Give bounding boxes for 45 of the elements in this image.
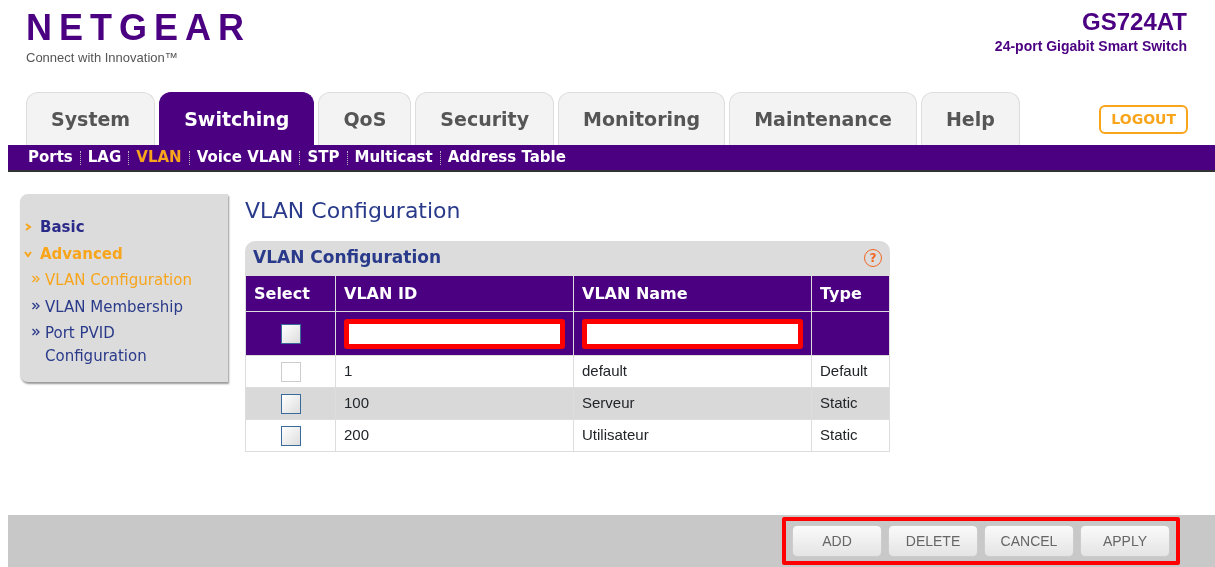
nav-tab[interactable]: Help (920, 92, 1020, 145)
brand-logo: NETGEAR (26, 8, 251, 48)
vlan-name-field[interactable] (582, 318, 803, 349)
table-cell: Static (811, 419, 890, 452)
nav-tab[interactable]: Maintenance (729, 92, 917, 145)
nav-tab[interactable]: Monitoring (558, 92, 726, 145)
table-cell: 1 (335, 355, 574, 388)
model-description: 24-port Gigabit Smart Switch (994, 37, 1187, 56)
sidebar-subitem[interactable]: VLAN Membership (45, 295, 183, 318)
checkbox[interactable] (280, 426, 301, 447)
subnav-link[interactable]: LAG (87, 146, 122, 169)
nav-tab[interactable]: QoS (318, 92, 412, 145)
column-header: Select (245, 275, 336, 312)
nav-tab[interactable]: Security (415, 92, 555, 145)
page-title: VLAN Configuration (245, 197, 462, 225)
column-header: VLAN ID (335, 275, 574, 312)
table-cell: default (573, 355, 812, 388)
table-cell: 200 (335, 419, 574, 452)
vlan-id-field[interactable] (344, 318, 565, 349)
chevron-icon (32, 328, 40, 336)
column-header: VLAN Name (573, 275, 812, 312)
sidebar-item[interactable]: Basic (40, 216, 85, 239)
subnav-link[interactable]: STP (307, 146, 340, 169)
sidebar-subitem[interactable]: Port PVID Configuration (45, 322, 195, 367)
model-name: GS724AT (1081, 8, 1187, 36)
checkbox[interactable] (280, 324, 301, 345)
nav-tab[interactable]: System (26, 92, 156, 145)
subnav-link[interactable]: Address Table (447, 146, 566, 169)
nav-tab[interactable]: Switching (159, 92, 315, 145)
chevron-icon (32, 301, 40, 310)
action-button[interactable]: APPLY (1080, 525, 1170, 557)
subnav-link[interactable]: Ports (28, 146, 73, 169)
action-button[interactable]: ADD (792, 525, 882, 557)
action-button[interactable]: DELETE (888, 525, 978, 557)
column-header: Type (811, 275, 890, 312)
table-cell: Utilisateur (573, 419, 812, 452)
subnav-link[interactable]: Multicast (354, 146, 433, 169)
action-button[interactable]: CANCEL (984, 525, 1074, 557)
subnav-link[interactable]: VLAN (136, 146, 182, 169)
panel-title: VLAN Configuration (253, 246, 441, 270)
table-cell: Default (811, 355, 890, 388)
chevron-icon (32, 275, 40, 283)
subnav-link[interactable]: Voice VLAN (196, 146, 293, 169)
tagline: Connect with Innovation™ (26, 49, 179, 67)
checkbox[interactable] (280, 394, 301, 415)
